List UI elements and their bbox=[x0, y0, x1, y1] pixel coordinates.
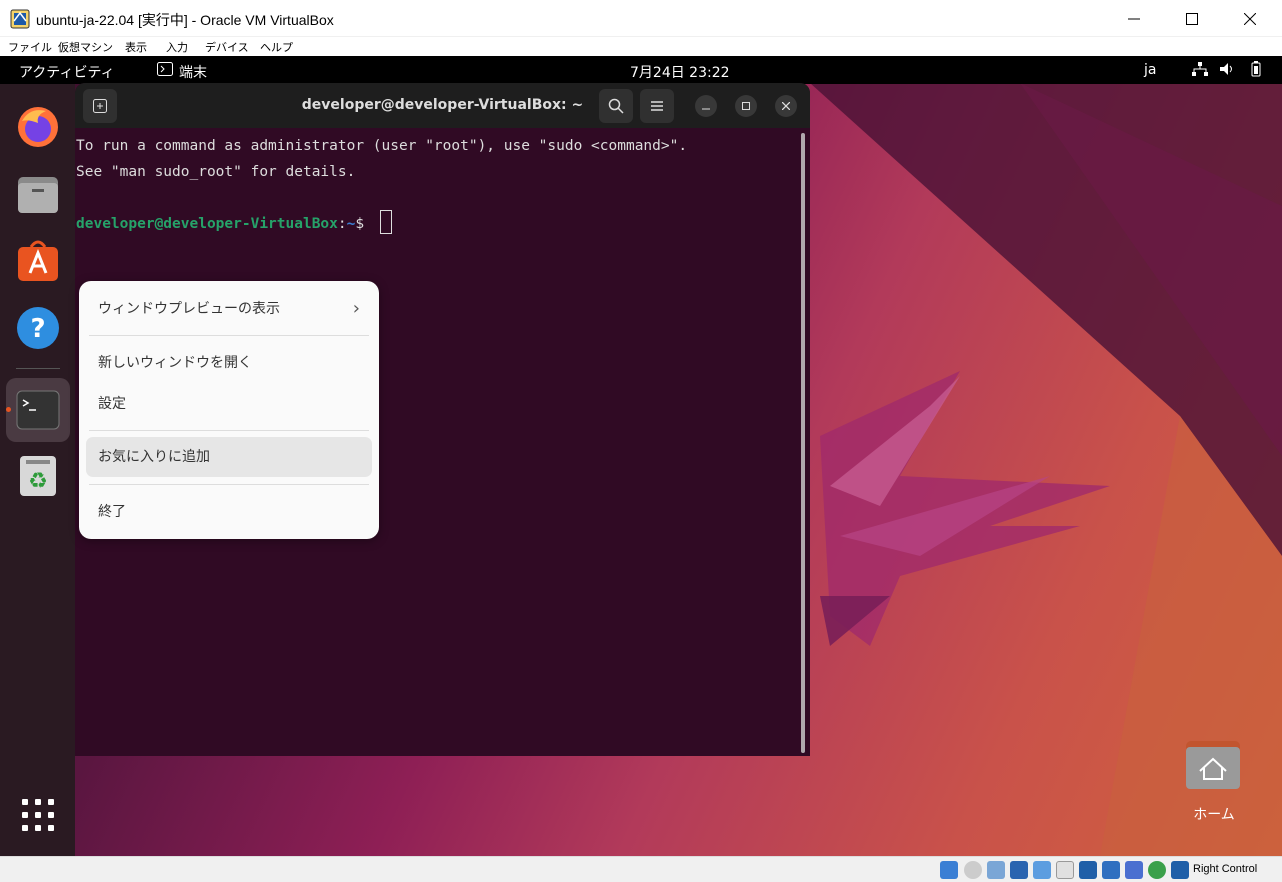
menu-item-label: ウィンドウプレビューの表示 bbox=[98, 301, 280, 317]
menu-view[interactable]: 表示 bbox=[125, 39, 147, 55]
close-button[interactable] bbox=[1221, 0, 1279, 37]
display-icon[interactable] bbox=[1079, 861, 1097, 879]
search-button[interactable] bbox=[599, 89, 633, 123]
mouse-integration-icon[interactable] bbox=[1148, 861, 1166, 879]
host-statusbar: Right Control bbox=[0, 856, 1282, 882]
activities-button[interactable]: アクティビティ bbox=[19, 62, 115, 82]
audio-icon[interactable] bbox=[987, 861, 1005, 879]
dock-context-menu: ウィンドウプレビューの表示 › 新しいウィンドウを開く 設定 お気に入りに追加 … bbox=[79, 281, 379, 539]
virtualbox-logo-icon bbox=[10, 9, 30, 29]
menu-item-new-window[interactable]: 新しいウィンドウを開く bbox=[86, 343, 372, 383]
terminal-output-line: See "man sudo_root" for details. bbox=[76, 164, 356, 180]
menu-item-add-to-favorites[interactable]: お気に入りに追加 bbox=[86, 437, 372, 477]
home-folder-icon[interactable] bbox=[1184, 739, 1244, 791]
terminal-scrollbar[interactable] bbox=[801, 133, 805, 753]
menu-separator bbox=[89, 335, 369, 336]
optical-drive-icon[interactable] bbox=[964, 861, 982, 879]
volume-icon[interactable] bbox=[1220, 62, 1236, 80]
recording-icon[interactable] bbox=[1102, 861, 1120, 879]
minimize-button[interactable] bbox=[1105, 0, 1163, 37]
battery-icon[interactable] bbox=[1248, 61, 1264, 81]
menu-help[interactable]: ヘルプ bbox=[260, 39, 293, 55]
chevron-right-icon: › bbox=[352, 298, 360, 319]
terminal-cursor bbox=[380, 210, 392, 234]
terminal-maximize-button[interactable] bbox=[735, 95, 757, 117]
input-method-indicator[interactable]: ja bbox=[1144, 62, 1156, 78]
prompt-separator: : bbox=[337, 216, 347, 232]
dock-separator bbox=[16, 368, 60, 369]
terminal-headerbar[interactable]: developer@developer-VirtualBox: ~ bbox=[75, 83, 810, 128]
help-icon[interactable]: ? bbox=[12, 302, 64, 354]
terminal-close-button[interactable] bbox=[775, 95, 797, 117]
home-folder-label: ホーム bbox=[1193, 807, 1235, 823]
host-key-label: Right Control bbox=[1193, 863, 1258, 875]
running-indicator bbox=[6, 407, 11, 412]
hard-disk-icon[interactable] bbox=[940, 861, 958, 879]
menu-devices[interactable]: デバイス bbox=[205, 39, 249, 55]
trash-icon[interactable]: ♻ bbox=[12, 450, 64, 502]
clock[interactable]: 7月24日 23:22 bbox=[630, 62, 730, 82]
app-menu-label[interactable]: 端末 bbox=[179, 62, 207, 82]
maximize-button[interactable] bbox=[1163, 0, 1221, 37]
svg-text:?: ? bbox=[30, 314, 45, 344]
vm-screen[interactable]: アクティビティ 端末 7月24日 23:22 ja ? ♻ developer@… bbox=[0, 56, 1282, 856]
host-titlebar: ubuntu-ja-22.04 [実行中] - Oracle VM Virtua… bbox=[0, 0, 1282, 37]
show-apps-icon[interactable] bbox=[12, 789, 64, 841]
firefox-icon[interactable] bbox=[12, 101, 64, 153]
hamburger-menu-button[interactable] bbox=[640, 89, 674, 123]
terminal-output-line: To run a command as administrator (user … bbox=[76, 138, 688, 154]
terminal-minimize-button[interactable] bbox=[695, 95, 717, 117]
menu-item-settings[interactable]: 設定 bbox=[86, 384, 372, 424]
menu-item-show-window-previews[interactable]: ウィンドウプレビューの表示 › bbox=[86, 289, 372, 329]
gnome-topbar: アクティビティ 端末 7月24日 23:22 ja bbox=[0, 56, 1282, 84]
network-icon[interactable] bbox=[1192, 62, 1208, 80]
prompt-symbol: $ bbox=[355, 216, 365, 232]
svg-text:♻: ♻ bbox=[28, 469, 48, 494]
menu-separator bbox=[89, 430, 369, 431]
shared-folders-icon[interactable] bbox=[1056, 861, 1074, 879]
usb-icon[interactable] bbox=[1033, 861, 1051, 879]
prompt-user: developer@developer-VirtualBox bbox=[76, 216, 338, 232]
menu-input[interactable]: 入力 bbox=[166, 39, 188, 55]
cpu-icon[interactable] bbox=[1125, 861, 1143, 879]
network-adapter-icon[interactable] bbox=[1010, 861, 1028, 879]
terminal-icon[interactable] bbox=[12, 384, 64, 436]
keyboard-icon[interactable] bbox=[1171, 861, 1189, 879]
window-title: ubuntu-ja-22.04 [実行中] - Oracle VM Virtua… bbox=[36, 12, 334, 28]
dock: ? ♻ bbox=[0, 84, 75, 856]
files-icon[interactable] bbox=[12, 169, 64, 221]
menu-file[interactable]: ファイル bbox=[8, 39, 52, 55]
menu-separator bbox=[89, 484, 369, 485]
host-menubar: ファイル 仮想マシン 表示 入力 デバイス ヘルプ bbox=[0, 37, 1282, 56]
menu-machine[interactable]: 仮想マシン bbox=[58, 39, 113, 55]
terminal-prompt: developer@developer-VirtualBox:~$ bbox=[76, 216, 364, 232]
terminal-app-icon bbox=[157, 62, 173, 80]
app-center-icon[interactable] bbox=[12, 235, 64, 287]
menu-item-quit[interactable]: 終了 bbox=[86, 492, 372, 532]
